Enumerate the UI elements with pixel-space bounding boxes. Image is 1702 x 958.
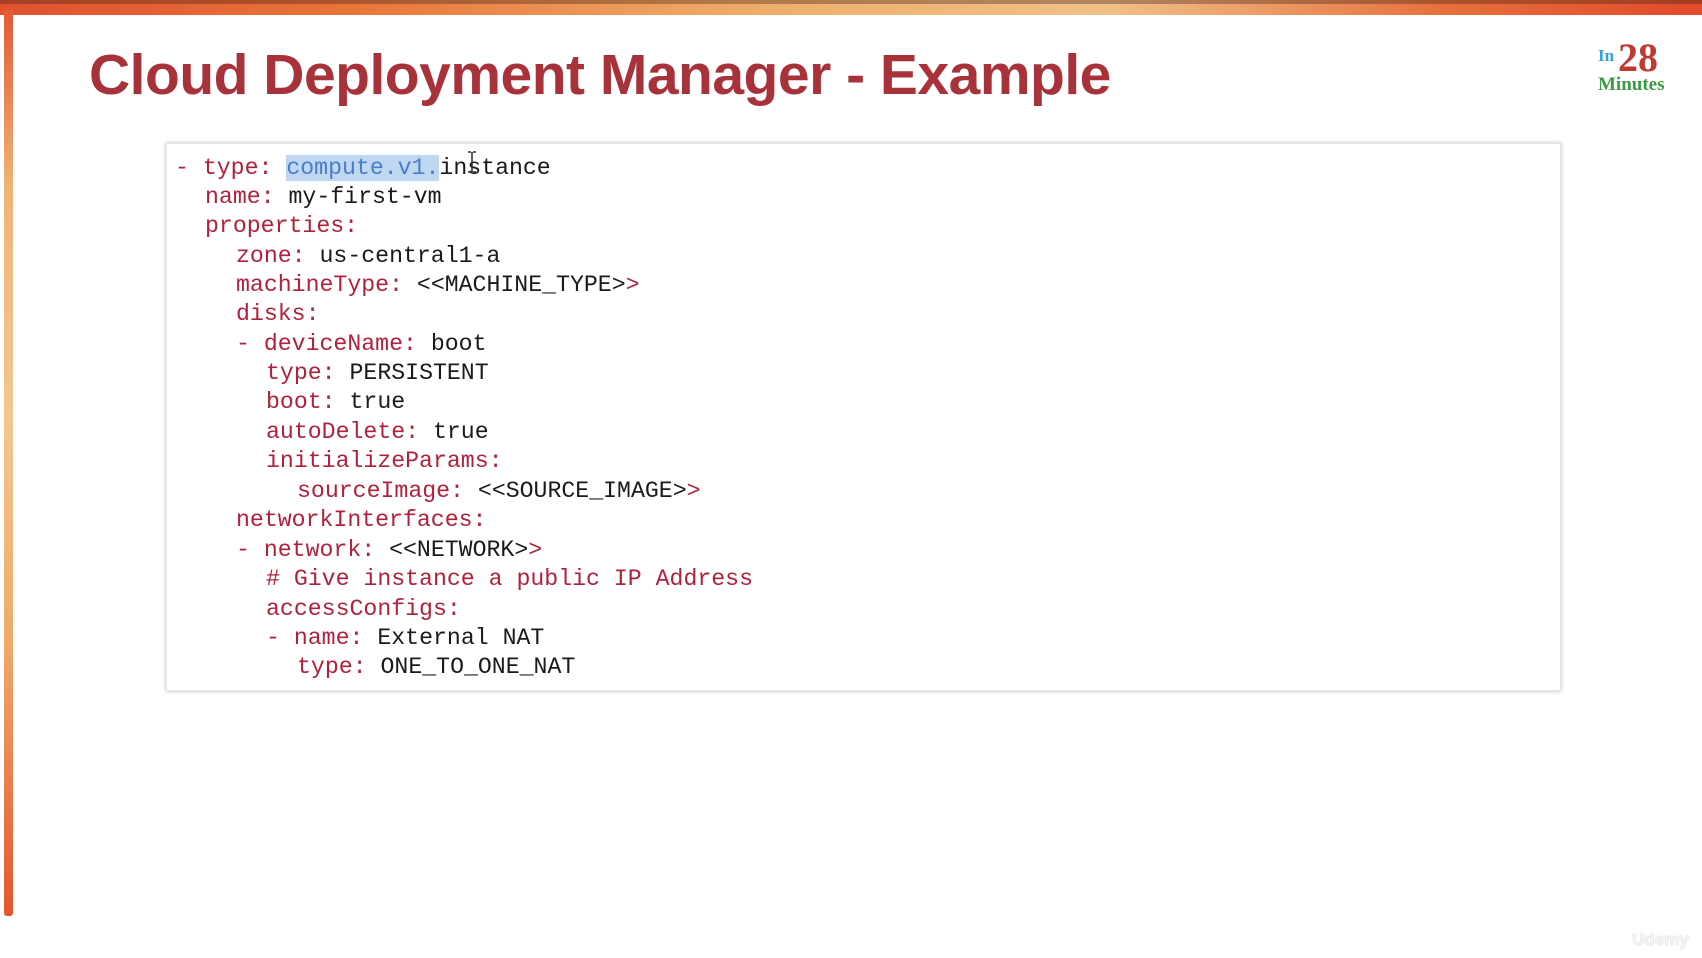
- list-dash: -: [236, 537, 264, 563]
- code-line-network-interfaces[interactable]: networkInterfaces:: [236, 506, 486, 534]
- udemy-watermark: Udemy: [1632, 930, 1689, 949]
- in28minutes-logo: In 28 Minutes: [1596, 34, 1678, 98]
- yaml-key: zone:: [236, 243, 306, 269]
- yaml-key: type:: [266, 360, 336, 386]
- yaml-value: instance: [439, 155, 551, 181]
- code-line-access-name[interactable]: - name: External NAT: [266, 624, 544, 652]
- list-dash: -: [236, 331, 264, 357]
- logo-suffix: Minutes: [1598, 74, 1665, 95]
- yaml-comment: # Give instance a public IP Address: [266, 566, 754, 592]
- yaml-value: boot: [416, 331, 487, 357]
- yaml-key: type:: [297, 654, 367, 680]
- yaml-value: my-first-vm: [274, 184, 442, 210]
- yaml-key: accessConfigs:: [266, 596, 461, 622]
- yaml-key: initializeParams:: [266, 448, 503, 474]
- slide-left-accent-bar: [4, 10, 13, 916]
- code-line-boot[interactable]: boot: true: [266, 388, 405, 416]
- code-line-type[interactable]: - type: compute.v1.instance: [175, 154, 551, 182]
- yaml-value: ONE_TO_ONE_NAT: [366, 654, 576, 680]
- yaml-key: disks:: [236, 301, 320, 327]
- placeholder-close: >: [625, 272, 640, 298]
- slide-top-shade: [0, 0, 1702, 4]
- yaml-value: <<SOURCE_IMAGE>: [463, 478, 687, 504]
- code-line-source-image[interactable]: sourceImage: <<SOURCE_IMAGE>>: [297, 477, 701, 505]
- code-line-network[interactable]: - network: <<NETWORK>>: [236, 536, 542, 564]
- yaml-key: network:: [263, 537, 376, 563]
- yaml-value: true: [335, 389, 406, 415]
- list-dash: -: [175, 155, 203, 181]
- yaml-key: autoDelete:: [266, 419, 420, 445]
- code-line-name[interactable]: name: my-first-vm: [205, 183, 442, 211]
- slide-title: Cloud Deployment Manager - Example: [89, 43, 1111, 107]
- code-line-comment[interactable]: # Give instance a public IP Address: [266, 565, 753, 593]
- yaml-value: true: [419, 419, 489, 445]
- yaml-key: sourceImage:: [297, 478, 464, 504]
- yaml-key: networkInterfaces:: [236, 507, 487, 533]
- code-line-initialize-params[interactable]: initializeParams:: [266, 447, 503, 475]
- code-line-access-configs[interactable]: accessConfigs:: [266, 595, 461, 623]
- code-line-disk-type[interactable]: type: PERSISTENT: [266, 359, 489, 387]
- code-line-access-type[interactable]: type: ONE_TO_ONE_NAT: [297, 653, 575, 681]
- yaml-code-block[interactable]: - type: compute.v1.instance name: my-fir…: [166, 143, 1561, 691]
- yaml-key: name:: [205, 184, 275, 210]
- yaml-key: machineType:: [236, 272, 403, 298]
- yaml-key: deviceName:: [263, 331, 417, 357]
- logo-prefix: In: [1598, 46, 1615, 65]
- yaml-key: boot:: [266, 389, 336, 415]
- yaml-value: <<NETWORK>: [375, 537, 529, 563]
- yaml-value: External NAT: [363, 625, 545, 651]
- list-dash: -: [266, 625, 294, 651]
- text-cursor-icon: [468, 151, 476, 173]
- code-line-machine-type[interactable]: machineType: <<MACHINE_TYPE>>: [236, 271, 640, 299]
- yaml-value: PERSISTENT: [335, 360, 489, 386]
- placeholder-close: >: [528, 537, 543, 563]
- yaml-key: name:: [293, 625, 364, 651]
- yaml-key: properties:: [205, 213, 359, 239]
- code-line-device-name[interactable]: - deviceName: boot: [236, 330, 486, 358]
- placeholder-close: >: [686, 478, 701, 504]
- yaml-value: <<MACHINE_TYPE>: [402, 272, 626, 298]
- code-line-zone[interactable]: zone: us-central1-a: [236, 242, 500, 270]
- code-line-auto-delete[interactable]: autoDelete: true: [266, 418, 489, 446]
- code-line-disks[interactable]: disks:: [236, 300, 320, 328]
- code-line-properties[interactable]: properties:: [205, 212, 358, 240]
- selected-text[interactable]: compute.v1.: [286, 155, 440, 181]
- yaml-value: us-central1-a: [305, 243, 501, 269]
- yaml-key: type:: [202, 155, 273, 181]
